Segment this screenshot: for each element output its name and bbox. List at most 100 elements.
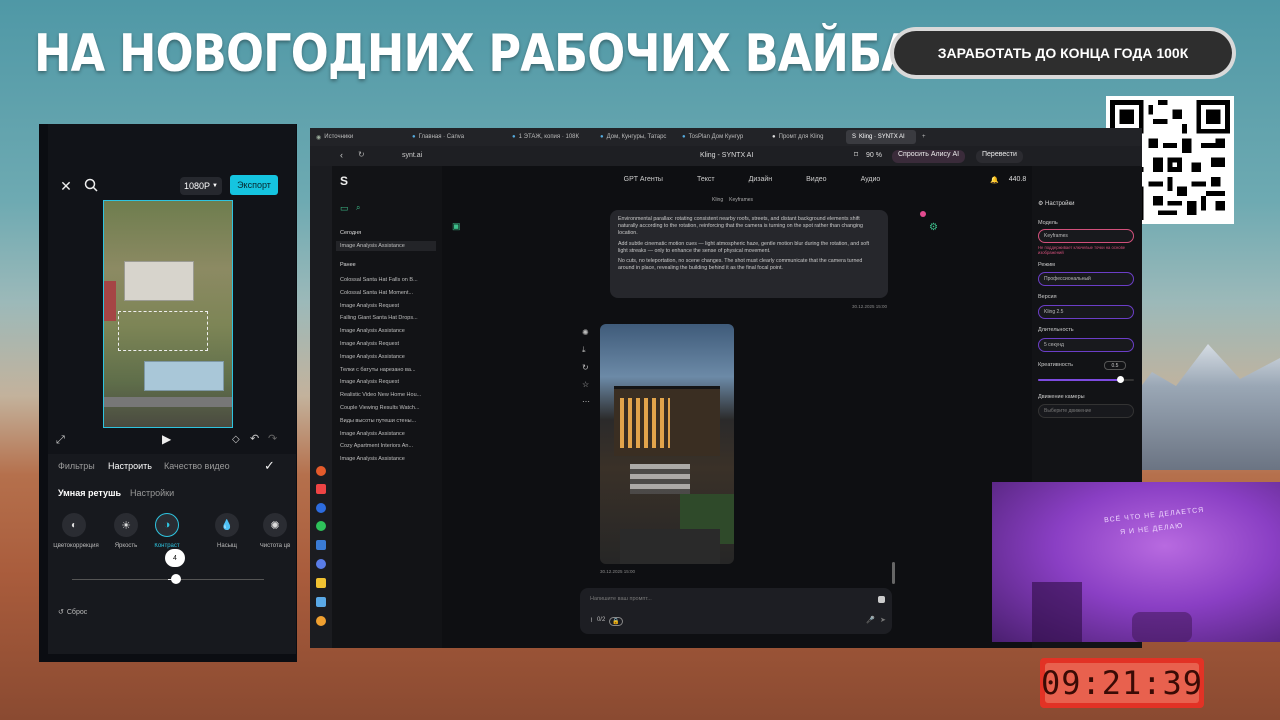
creativity-slider-knob[interactable] [1116, 376, 1124, 383]
subtab-smart-retouch[interactable]: Умная ретушь [58, 488, 121, 498]
send-icon[interactable]: ➤ [880, 616, 886, 624]
tab-floor-copy[interactable]: ● 1 ЭТАЖ, копия · 108К [506, 130, 594, 144]
undo-icon[interactable]: ↶ [250, 432, 259, 445]
promo-button[interactable]: ЗАРАБОТАТЬ ДО КОНЦА ГОДА 100К [890, 27, 1236, 79]
app-icon-1[interactable] [316, 466, 326, 476]
tab-tosplan[interactable]: ● TosPlan Дом Кунгур [676, 130, 766, 144]
play-icon[interactable]: ▶ [162, 432, 171, 446]
url-text[interactable]: synt.ai [402, 152, 422, 159]
tab-canva[interactable]: ● Главная · Canva [406, 130, 506, 144]
resolution-select[interactable]: 1080P ▼ [180, 177, 222, 195]
mode-select[interactable]: Профессиональный [1038, 272, 1134, 286]
page-title: Kling - SYNTX AI [700, 152, 754, 159]
mode-label: Режим [1038, 262, 1055, 268]
generated-image[interactable] [600, 324, 734, 564]
chat-list-item[interactable]: Image Analysis Assistance [340, 428, 438, 441]
tab-adjust[interactable]: Настроить [108, 461, 152, 471]
settings-gear-icon[interactable]: ⚙ [929, 222, 938, 233]
openai-icon[interactable]: ✺ [582, 328, 590, 337]
duration-select[interactable]: 5 секунд [1038, 338, 1134, 352]
search-icon[interactable]: ⌕ [356, 203, 360, 213]
bell-icon[interactable]: 🔔 [990, 176, 999, 184]
lock-icon[interactable]: 🔒 [609, 617, 623, 626]
chat-list-item[interactable]: Image Analysis Request [340, 338, 438, 351]
tab-sources[interactable]: ◉ Источники [310, 130, 406, 144]
tab-video-quality[interactable]: Качество видео [164, 461, 230, 471]
nav-design[interactable]: Дизайн [749, 176, 773, 183]
scrollbar[interactable] [892, 562, 895, 584]
app-icon-7[interactable] [316, 578, 326, 588]
subtab-settings[interactable]: Настройки [130, 488, 174, 498]
crumb-keyframes[interactable]: Keyframes [729, 197, 753, 203]
download-icon[interactable]: ⤓ [582, 345, 590, 355]
favorite-icon[interactable]: ☆ [582, 380, 590, 389]
search-icon[interactable] [84, 178, 98, 192]
translate-button[interactable]: Перевести [976, 150, 1023, 163]
redo-icon[interactable]: ↷ [268, 432, 277, 445]
message-paragraph: No cuts, no teleportation, no scene chan… [618, 258, 863, 272]
creativity-value[interactable]: 0.5 [1104, 361, 1126, 370]
chat-list-item[interactable]: Виды высоты путеши стены... [340, 415, 438, 428]
chat-bubble-icon[interactable]: ▣ [452, 221, 461, 232]
color-purity-icon[interactable]: ✺ [263, 513, 287, 537]
new-chat-icon[interactable]: ▭ [340, 203, 349, 214]
whatsapp-icon[interactable] [316, 521, 326, 531]
confirm-check-icon[interactable]: ✓ [264, 458, 275, 474]
reload-icon[interactable]: ↻ [358, 150, 365, 159]
prompt-input[interactable]: Напишите ваш промпт... [590, 596, 652, 602]
chat-list-item[interactable]: Image Analysis Assistance [340, 351, 438, 364]
chat-list-item[interactable]: Colossal Santa Hat Moment... [340, 287, 438, 300]
nav-gpt-agents[interactable]: GPT Агенты [624, 176, 663, 183]
chat-list-item[interactable]: Image Analysis Assistance [340, 325, 438, 338]
app-icon-3[interactable] [316, 503, 326, 513]
regenerate-icon[interactable]: ↻ [582, 363, 590, 372]
chat-list-item[interactable]: Couple Viewing Results Watch... [340, 402, 438, 415]
more-icon[interactable]: ⋯ [582, 397, 590, 406]
reset-button[interactable]: ↺ Сброс [58, 608, 87, 617]
chat-list-item[interactable]: Realistic Video New Home Hou... [340, 389, 438, 402]
nav-video[interactable]: Видео [806, 176, 826, 183]
nav-text[interactable]: Текст [697, 176, 715, 183]
app-icon-9[interactable] [316, 616, 326, 626]
contrast-icon[interactable]: ◑ [155, 513, 179, 537]
new-tab-icon[interactable]: + [916, 130, 930, 144]
attach-icon[interactable] [878, 596, 885, 603]
chat-list-item[interactable]: Colossal Santa Hat Falls on B... [340, 274, 438, 287]
zoom-level[interactable]: 90 % [866, 152, 882, 159]
slider-knob[interactable] [170, 574, 181, 584]
ask-alice-button[interactable]: Спросить Алису AI [892, 150, 966, 163]
tab-kling-syntx[interactable]: S Kling · SYNTX AI [846, 130, 916, 144]
vk-icon[interactable] [316, 540, 326, 550]
chat-list-item[interactable]: Image Analysis Assistance [340, 453, 438, 466]
bookmark-icon[interactable]: ⌑ [854, 150, 858, 159]
chat-list-item[interactable]: Falling Giant Santa Hat Drops... [340, 312, 438, 325]
version-select[interactable]: Kling 2.5 [1038, 305, 1134, 319]
tab-filters[interactable]: Фильтры [58, 461, 95, 471]
mic-icon[interactable]: 🎤 [866, 616, 875, 624]
chat-list-item[interactable]: Image Analysis Request [340, 300, 438, 313]
keyframe-icon[interactable]: ◇ [232, 434, 240, 445]
export-button[interactable]: Экспорт [230, 175, 278, 195]
saturation-icon[interactable]: 💧 [215, 513, 239, 537]
camera-select[interactable]: Выберите движение [1038, 404, 1134, 418]
clip-icon[interactable]: ⌇ [590, 617, 593, 626]
chat-list-item[interactable]: Image Analysis Request [340, 376, 438, 389]
fullscreen-icon[interactable]: ⤢ [56, 434, 65, 447]
crumb-kling[interactable]: Kling [712, 197, 723, 203]
video-editor: ✕ 1080P ▼ Экспорт ⤢ ▶ ◇ ↶ ↷ Фильтры Настр… [48, 124, 296, 654]
app-icon-2[interactable] [316, 484, 326, 494]
tab-house-tatar[interactable]: ● Дом, Кунгуры, Татарс [594, 130, 676, 144]
model-select[interactable]: Keyframes [1038, 229, 1134, 243]
chat-list-item[interactable]: Телки с батуты нарезано ва... [340, 364, 438, 377]
app-icon-6[interactable] [316, 559, 326, 569]
nav-audio[interactable]: Аудио [861, 176, 881, 183]
video-preview[interactable] [103, 200, 233, 428]
brightness-icon[interactable]: ☀ [114, 513, 138, 537]
app-icon-8[interactable] [316, 597, 326, 607]
chat-item-active[interactable]: Image Analysis Assistance [336, 241, 436, 251]
tab-kling-prompt[interactable]: ● Промт для Kling [766, 130, 846, 144]
close-icon[interactable]: ✕ [58, 178, 74, 194]
back-icon[interactable]: ‹ [340, 150, 343, 160]
chat-list-item[interactable]: Cozy Apartment Interiors An... [340, 440, 438, 453]
color-correction-icon[interactable]: ◐ [62, 513, 86, 537]
